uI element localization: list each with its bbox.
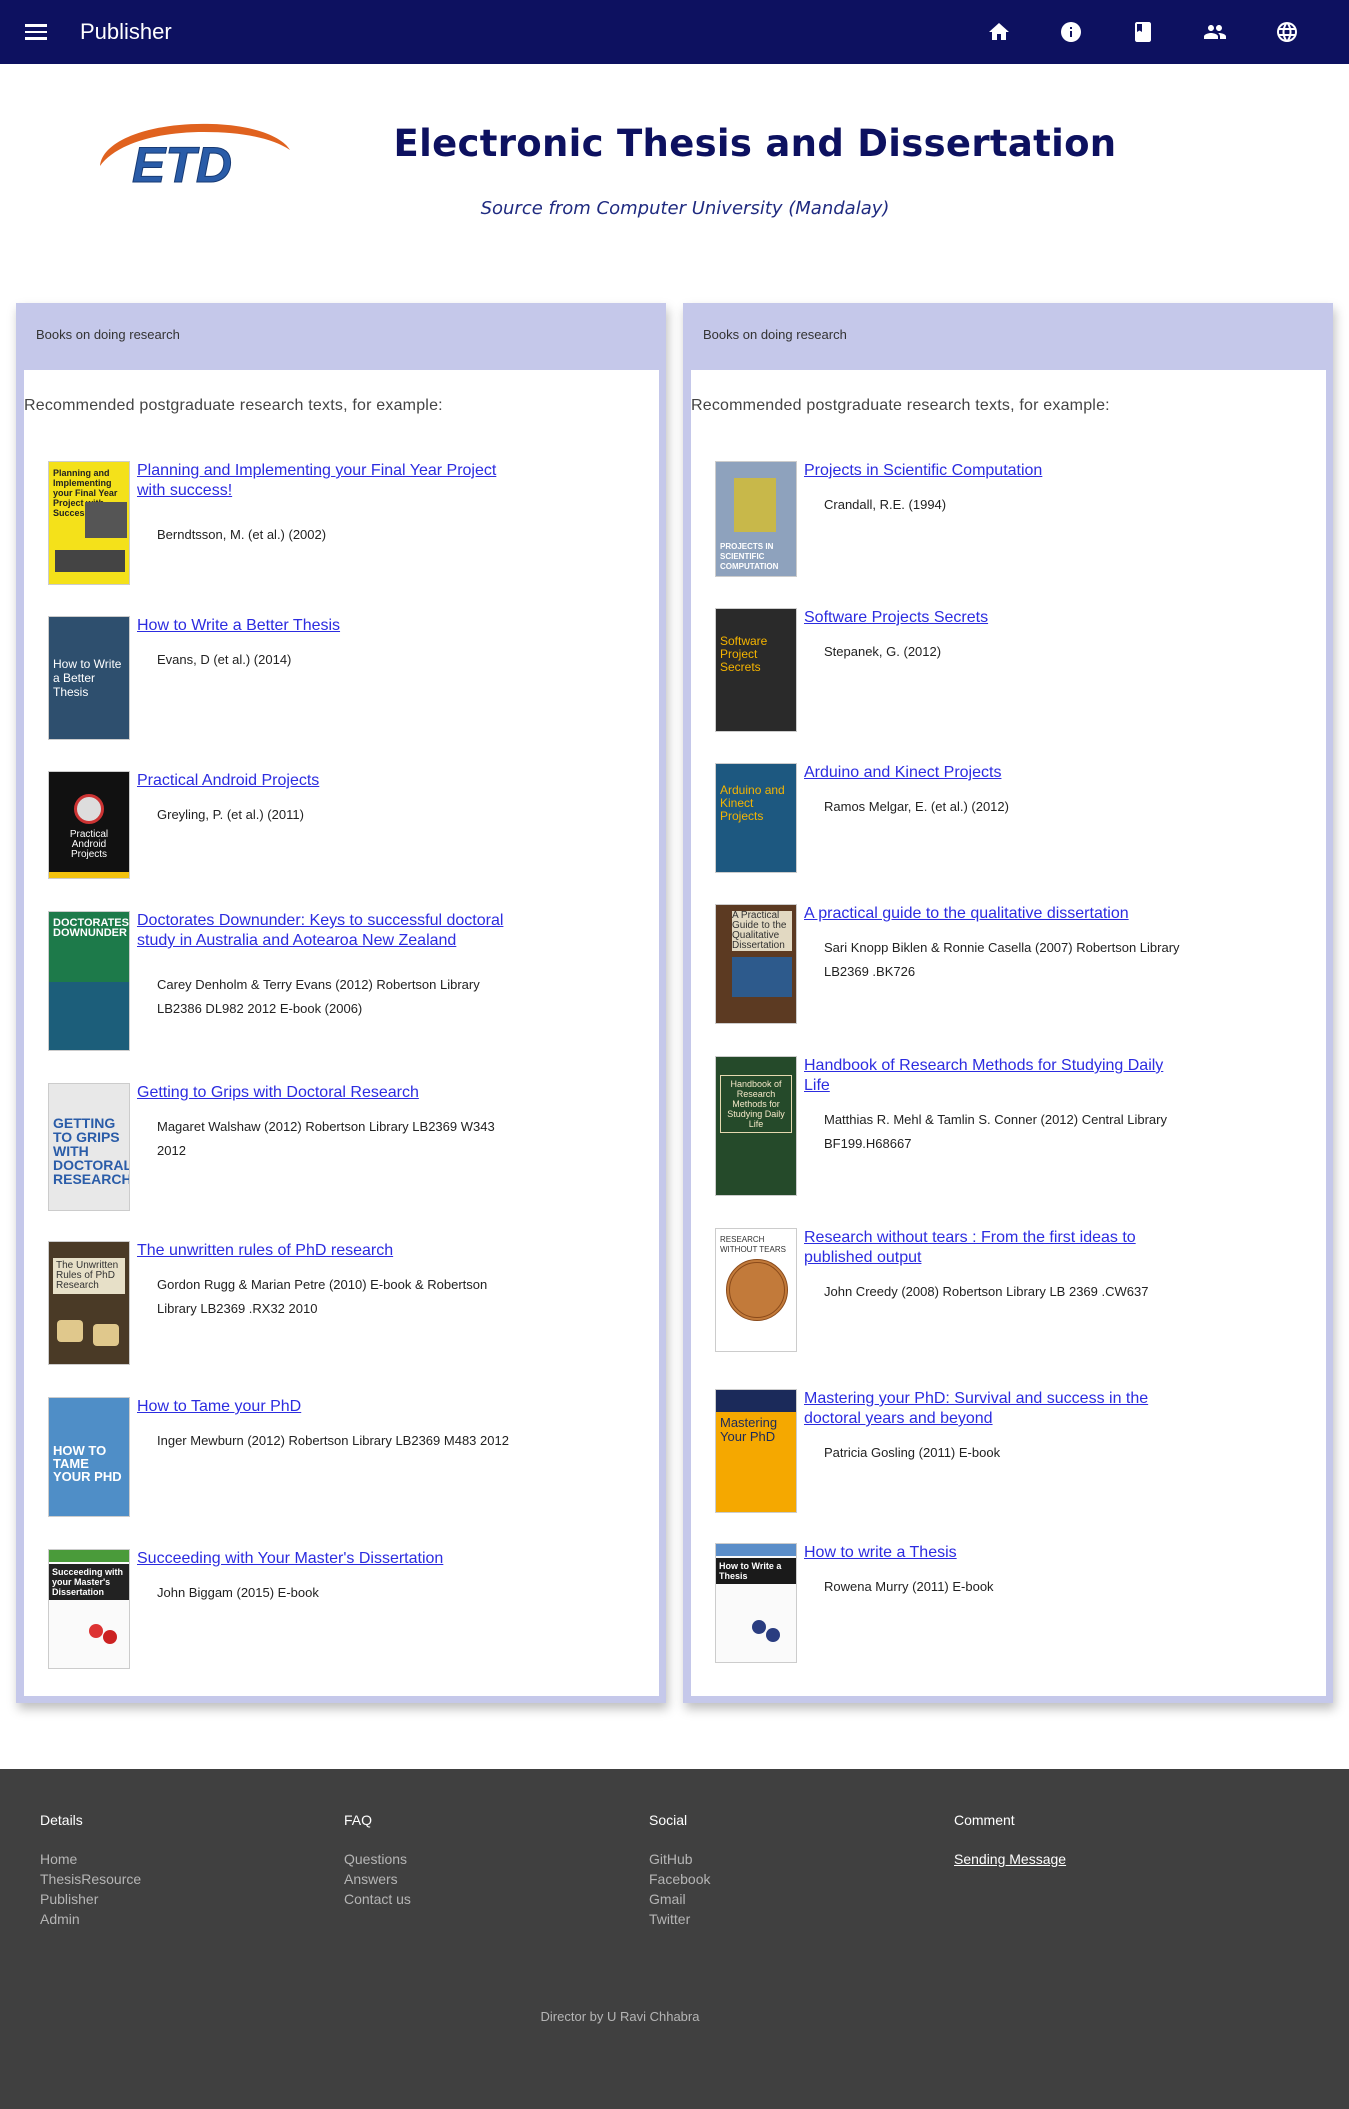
footer-link-admin[interactable]: Admin	[40, 1909, 141, 1929]
site-footer: Details Home ThesisResource Publisher Ad…	[0, 1769, 1349, 2109]
footer-heading: Details	[40, 1812, 83, 1828]
book-title-link[interactable]: The unwritten rules of PhD research	[137, 1241, 517, 1261]
top-app-bar: Publisher	[0, 0, 1349, 64]
panel-heading: Books on doing research	[36, 327, 180, 342]
info-icon[interactable]	[1057, 18, 1085, 46]
book-meta: Gordon Rugg & Marian Petre (2010) E-book…	[157, 1277, 488, 1316]
book-title-link[interactable]: Arduino and Kinect Projects	[804, 763, 1184, 783]
book-meta: John Creedy (2008) Robertson Library LB …	[824, 1284, 1149, 1299]
footer-link-facebook[interactable]: Facebook	[649, 1869, 710, 1889]
footer-faq: FAQ Questions Answers Contact us	[344, 1812, 411, 1909]
sending-message-link[interactable]: Sending Message	[954, 1849, 1066, 1869]
book-cover[interactable]: GETTING TO GRIPS WITH DOCTORAL RESEARCH	[48, 1083, 130, 1211]
book-meta: Greyling, P. (et al.) (2011)	[157, 807, 304, 822]
book-title-link[interactable]: Succeeding with Your Master's Dissertati…	[137, 1549, 517, 1569]
footer-link-contact[interactable]: Contact us	[344, 1889, 411, 1909]
book-cover[interactable]: Arduino and Kinect Projects	[715, 763, 797, 873]
book-meta: Ramos Melgar, E. (et al.) (2012)	[824, 799, 1009, 814]
book-title-link[interactable]: Mastering your PhD: Survival and success…	[804, 1389, 1184, 1429]
footer-social: Social GitHub Facebook Gmail Twitter	[649, 1812, 710, 1929]
app-brand[interactable]: Publisher	[80, 19, 172, 45]
book-cover[interactable]: The Unwritten Rules of PhD Research	[48, 1241, 130, 1365]
footer-link-answers[interactable]: Answers	[344, 1869, 411, 1889]
book-title-link[interactable]: Getting to Grips with Doctoral Research	[137, 1083, 517, 1103]
book-title-link[interactable]: Research without tears : From the first …	[804, 1228, 1184, 1268]
book-title-link[interactable]: Handbook of Research Methods for Studyin…	[804, 1056, 1184, 1096]
panel-intro: Recommended postgraduate research texts,…	[24, 397, 443, 414]
globe-icon[interactable]	[1273, 18, 1301, 46]
site-subtitle: Source from Computer University (Mandala…	[480, 198, 890, 219]
footer-link-home[interactable]: Home	[40, 1849, 141, 1869]
panel-heading: Books on doing research	[703, 327, 847, 342]
book-meta: Magaret Walshaw (2012) Robertson Library…	[157, 1119, 495, 1158]
book-cover[interactable]: PROJECTS IN SCIENTIFIC COMPUTATION	[715, 461, 797, 577]
book-cover[interactable]: How to Write a Better Thesis	[48, 616, 130, 740]
book-icon[interactable]	[1129, 18, 1157, 46]
book-meta: Inger Mewburn (2012) Robertson Library L…	[157, 1433, 509, 1448]
footer-link-questions[interactable]: Questions	[344, 1849, 411, 1869]
book-cover[interactable]: Software Project Secrets	[715, 608, 797, 732]
book-meta: John Biggam (2015) E-book	[157, 1585, 319, 1600]
panel-body: Recommended postgraduate research texts,…	[691, 370, 1326, 1696]
book-cover[interactable]: RESEARCH WITHOUT TEARS	[715, 1228, 797, 1352]
book-title-link[interactable]: A practical guide to the qualitative dis…	[804, 904, 1184, 924]
footer-heading: Comment	[954, 1812, 1015, 1828]
book-title-link[interactable]: Practical Android Projects	[137, 771, 517, 791]
book-title-link[interactable]: Software Projects Secrets	[804, 608, 1184, 628]
footer-link-twitter[interactable]: Twitter	[649, 1909, 710, 1929]
panel-body: Recommended postgraduate research texts,…	[24, 370, 659, 1696]
book-meta: Sari Knopp Biklen & Ronnie Casella (2007…	[824, 940, 1180, 979]
book-cover[interactable]: Planning and Implementing your Final Yea…	[48, 461, 130, 585]
book-meta: Crandall, R.E. (1994)	[824, 497, 947, 512]
book-title-link[interactable]: Projects in Scientific Computation	[804, 461, 1184, 481]
book-meta: Carey Denholm & Terry Evans (2012) Rober…	[157, 977, 480, 1016]
footer-heading: FAQ	[344, 1812, 373, 1828]
book-cover[interactable]: DOCTORATES DOWNUNDER	[48, 911, 130, 1051]
site-title: Electronic Thesis and Dissertation	[393, 122, 1117, 165]
footer-link-github[interactable]: GitHub	[649, 1849, 710, 1869]
book-title-link[interactable]: How to Tame your PhD	[137, 1397, 517, 1417]
book-cover[interactable]: HOW TO TAME YOUR PHD	[48, 1397, 130, 1517]
left-panel: Books on doing research Recommended post…	[16, 303, 666, 1703]
footer-link-thesisresource[interactable]: ThesisResource	[40, 1869, 141, 1889]
book-title-link[interactable]: How to Write a Better Thesis	[137, 616, 517, 636]
book-meta: Patricia Gosling (2011) E-book	[824, 1445, 1001, 1460]
book-meta: Stepanek, G. (2012)	[824, 644, 942, 659]
book-meta: Matthias R. Mehl & Tamlin S. Conner (201…	[824, 1112, 1167, 1151]
nav-icons	[985, 18, 1301, 46]
footer-heading: Social	[649, 1812, 688, 1828]
book-meta: Berndtsson, M. (et al.) (2002)	[157, 527, 327, 542]
book-cover[interactable]: How to Write a Thesis	[715, 1543, 797, 1663]
book-meta: Rowena Murry (2011) E-book	[824, 1579, 994, 1594]
home-icon[interactable]	[985, 18, 1013, 46]
book-cover[interactable]: Mastering Your PhD	[715, 1389, 797, 1513]
menu-icon[interactable]	[25, 20, 47, 44]
book-cover[interactable]: Succeeding with your Master's Dissertati…	[48, 1549, 130, 1669]
book-cover[interactable]: Practical Android Projects	[48, 771, 130, 879]
etd-logo: ETD	[100, 123, 290, 190]
footer-comment: Comment Sending Message	[954, 1812, 1066, 1869]
book-meta: Evans, D (et al.) (2014)	[157, 652, 292, 667]
footer-details: Details Home ThesisResource Publisher Ad…	[40, 1812, 141, 1929]
footer-credit: Director by U Ravi Chhabra	[540, 2009, 700, 2024]
panel-intro: Recommended postgraduate research texts,…	[691, 397, 1110, 414]
footer-link-publisher[interactable]: Publisher	[40, 1889, 141, 1909]
book-title-link[interactable]: Planning and Implementing your Final Yea…	[137, 461, 517, 501]
right-panel: Books on doing research Recommended post…	[683, 303, 1333, 1703]
book-title-link[interactable]: Doctorates Downunder: Keys to successful…	[137, 911, 517, 951]
book-cover[interactable]: A Practical Guide to the Qualitative Dis…	[715, 904, 797, 1024]
people-icon[interactable]	[1201, 18, 1229, 46]
book-title-link[interactable]: How to write a Thesis	[804, 1543, 1184, 1563]
logo-text: ETD	[132, 137, 232, 190]
footer-link-gmail[interactable]: Gmail	[649, 1889, 710, 1909]
book-cover[interactable]: Handbook of Research Methods for Studyin…	[715, 1056, 797, 1196]
